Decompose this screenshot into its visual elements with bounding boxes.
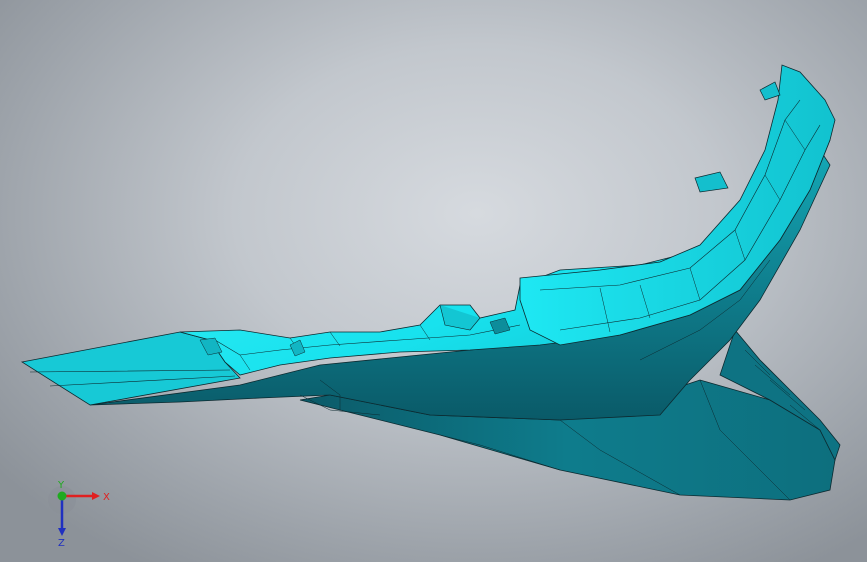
y-axis-label: Y — [57, 480, 65, 491]
part-tab — [694, 171, 729, 193]
z-axis-arrow — [58, 528, 66, 536]
cad-part-model[interactable] — [0, 0, 867, 562]
graphics-viewport[interactable]: X Y Z — [0, 0, 867, 562]
orientation-triad: X Y Z — [48, 480, 110, 548]
x-axis-label: X — [103, 492, 110, 503]
x-axis-arrow — [92, 492, 100, 500]
y-axis-dot — [57, 491, 67, 501]
z-axis-label: Z — [58, 538, 65, 548]
part-tab-top — [759, 81, 781, 101]
part-curved-arm — [519, 64, 836, 346]
